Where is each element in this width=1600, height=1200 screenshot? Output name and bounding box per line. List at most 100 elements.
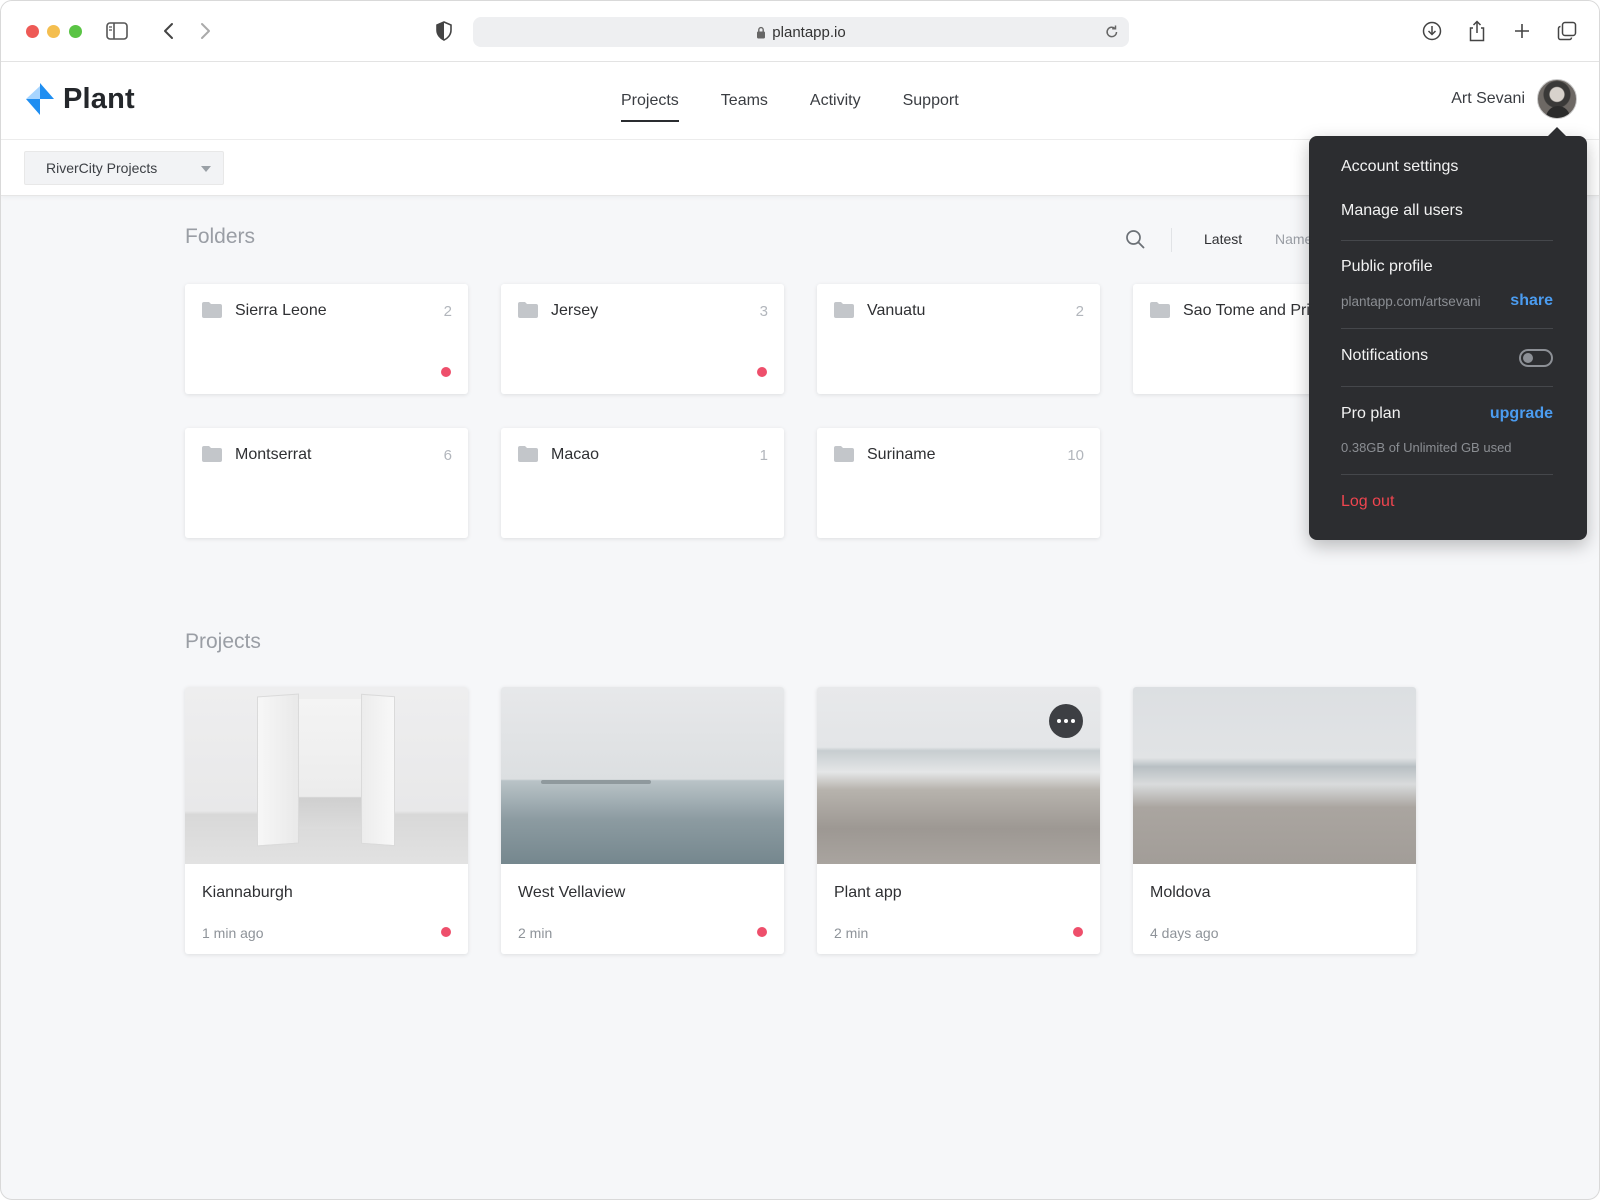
folder-icon	[517, 301, 539, 324]
project-updated: 2 min	[518, 925, 553, 941]
folder-count: 1	[759, 447, 768, 464]
project-thumbnail	[185, 687, 468, 864]
privacy-shield-icon[interactable]	[432, 19, 456, 43]
folder-name: Macao	[551, 446, 600, 463]
logout-item[interactable]: Log out	[1341, 493, 1394, 511]
project-card[interactable]: Kiannaburgh 1 min ago	[185, 687, 468, 954]
avatar[interactable]	[1537, 79, 1577, 119]
address-bar[interactable]: plantapp.io	[473, 17, 1129, 47]
project-updated: 1 min ago	[202, 925, 264, 941]
folder-name: Vanuatu	[867, 302, 926, 319]
more-options-button[interactable]	[1049, 704, 1083, 738]
account-settings-item[interactable]: Account settings	[1341, 158, 1458, 176]
project-name: Kiannaburgh	[202, 884, 293, 901]
share-link[interactable]: share	[1510, 292, 1553, 310]
folder-name: Suriname	[867, 446, 936, 463]
zoom-window-button[interactable]	[69, 25, 82, 38]
back-arrow-icon[interactable]	[157, 19, 181, 43]
account-dropdown: Account settings Manage all users Public…	[1309, 127, 1587, 540]
project-name: Plant app	[834, 884, 902, 901]
nav-support[interactable]: Support	[903, 62, 959, 140]
folder-icon	[833, 301, 855, 324]
project-thumbnail	[1133, 687, 1416, 864]
forward-arrow-icon[interactable]	[193, 19, 217, 43]
folder-card[interactable]: Montserrat 6	[185, 428, 468, 538]
folder-icon	[201, 445, 223, 468]
sort-divider	[1171, 228, 1172, 252]
profile-url: plantapp.com/artsevani	[1341, 294, 1481, 309]
unread-indicator	[441, 927, 451, 937]
folder-icon	[833, 445, 855, 468]
main-nav: Projects Teams Activity Support	[621, 62, 1001, 140]
plan-label: Pro plan	[1341, 405, 1401, 422]
unread-indicator	[1073, 927, 1083, 937]
folder-count: 3	[759, 303, 768, 320]
team-select-value: RiverCity Projects	[46, 160, 158, 176]
new-tab-plus-icon[interactable]	[1510, 19, 1534, 43]
more-dot	[1071, 719, 1075, 723]
folder-icon	[517, 445, 539, 468]
nav-teams[interactable]: Teams	[721, 62, 768, 140]
manage-users-item[interactable]: Manage all users	[1341, 202, 1463, 220]
folder-count: 2	[443, 303, 452, 320]
unread-indicator	[757, 367, 767, 377]
project-thumbnail	[501, 687, 784, 864]
folder-name: Sierra Leone	[235, 302, 327, 319]
menu-divider	[1341, 474, 1553, 475]
project-updated: 2 min	[834, 925, 869, 941]
app-header: Plant Projects Teams Activity Support Ar…	[1, 62, 1599, 140]
thumbnail-detail	[361, 693, 395, 847]
plant-logo-icon	[26, 83, 54, 115]
folder-count: 2	[1075, 303, 1084, 320]
user-menu-trigger[interactable]: Art Sevani	[1451, 79, 1577, 119]
sort-latest-button[interactable]: Latest	[1204, 231, 1242, 247]
project-updated: 4 days ago	[1150, 925, 1219, 941]
minimize-window-button[interactable]	[47, 25, 60, 38]
folder-name: Jersey	[551, 302, 599, 319]
menu-divider	[1341, 328, 1553, 329]
nav-projects[interactable]: Projects	[621, 62, 679, 140]
project-card[interactable]: Moldova 4 days ago	[1133, 687, 1416, 954]
folder-count: 6	[443, 447, 452, 464]
project-card[interactable]: Plant app 2 min	[817, 687, 1100, 954]
folder-count: 10	[1067, 447, 1084, 464]
caret-down-icon	[201, 166, 211, 172]
plant-logo[interactable]: Plant	[23, 82, 135, 116]
unread-indicator	[757, 927, 767, 937]
tab-overview-icon[interactable]	[1555, 19, 1579, 43]
folder-card[interactable]: Macao 1	[501, 428, 784, 538]
folder-card[interactable]: Suriname 10	[817, 428, 1100, 538]
browser-window: plantapp.io Plant Projects Teams Activit…	[0, 0, 1600, 1200]
logo-text: Plant	[63, 82, 135, 115]
downloads-icon[interactable]	[1420, 19, 1444, 43]
folders-heading: Folders	[185, 225, 256, 248]
unread-indicator	[441, 367, 451, 377]
storage-usage: 0.38GB of Unlimited GB used	[1341, 440, 1512, 455]
user-name[interactable]: Art Sevani	[1451, 90, 1525, 108]
close-window-button[interactable]	[26, 25, 39, 38]
share-icon[interactable]	[1465, 19, 1489, 43]
project-name: Moldova	[1150, 884, 1211, 901]
folder-card[interactable]: Jersey 3	[501, 284, 784, 394]
thumbnail-detail	[257, 693, 299, 847]
projects-heading: Projects	[185, 630, 261, 653]
menu-divider	[1341, 386, 1553, 387]
folder-card[interactable]: Sierra Leone 2	[185, 284, 468, 394]
browser-toolbar: plantapp.io	[1, 1, 1599, 62]
sort-name-button[interactable]: Name	[1275, 231, 1309, 247]
upgrade-link[interactable]: upgrade	[1490, 405, 1553, 423]
project-name: West Vellaview	[518, 884, 626, 901]
menu-divider	[1341, 240, 1553, 241]
public-profile-item[interactable]: Public profile	[1341, 258, 1433, 276]
search-icon[interactable]	[1125, 229, 1145, 254]
notifications-toggle[interactable]	[1519, 349, 1553, 367]
team-select[interactable]: RiverCity Projects	[24, 151, 224, 185]
project-card[interactable]: West Vellaview 2 min	[501, 687, 784, 954]
folder-name: Montserrat	[235, 446, 312, 463]
nav-activity[interactable]: Activity	[810, 62, 861, 140]
lock-icon	[756, 26, 766, 39]
notifications-label: Notifications	[1341, 347, 1429, 364]
folder-card[interactable]: Vanuatu 2	[817, 284, 1100, 394]
reload-icon[interactable]	[1105, 24, 1119, 43]
sidebar-toggle-icon[interactable]	[105, 19, 129, 43]
